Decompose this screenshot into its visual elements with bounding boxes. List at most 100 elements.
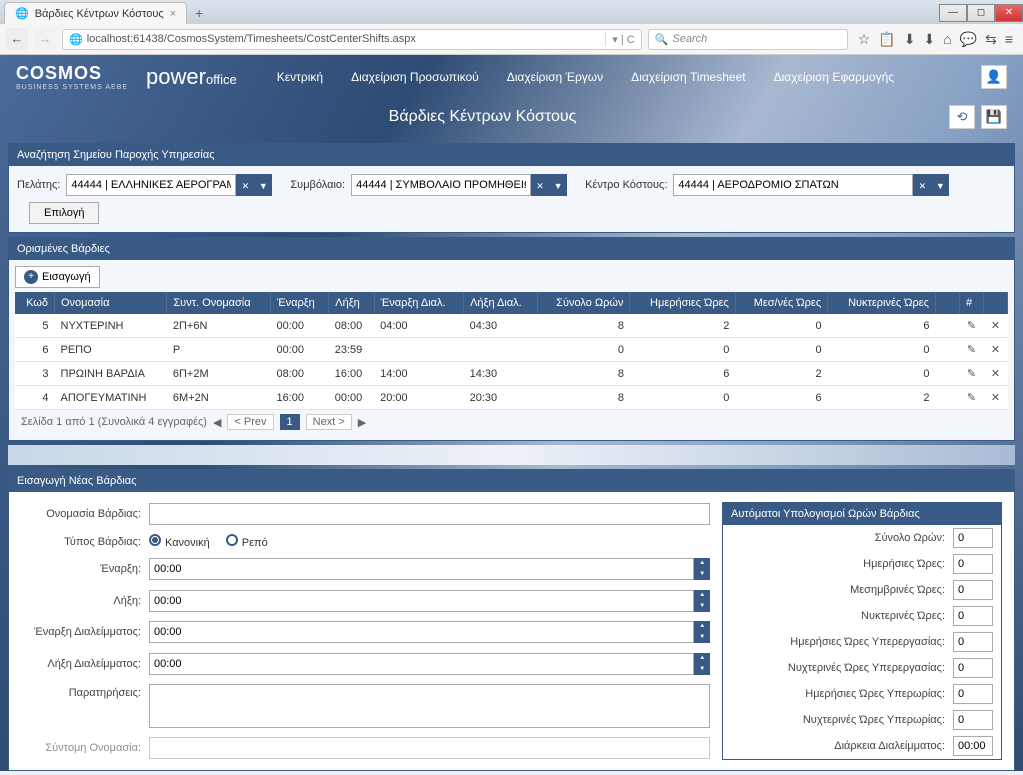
break-end-spinner[interactable]: ▲▼ [694, 653, 710, 675]
table-row[interactable]: 3ΠΡΩΙΝΗ ΒΑΡΔΙΑ6Π+2Μ08:0016:0014:0014:308… [15, 362, 1008, 386]
row-delete-icon[interactable]: ✕ [984, 314, 1008, 338]
browser-search-field[interactable]: 🔍 Search [648, 29, 848, 50]
bookmark-icon[interactable]: ☆ [858, 31, 871, 48]
download-icon[interactable]: ⬇ [923, 31, 935, 48]
row-edit-icon[interactable]: ✎ [960, 362, 984, 386]
calc-value-2[interactable] [953, 580, 993, 600]
grid-cell: 6 [15, 338, 55, 362]
row-blank [936, 314, 960, 338]
calc-value-4[interactable] [953, 632, 993, 652]
nav-back-button[interactable]: ← [6, 28, 28, 50]
nav-forward-button[interactable]: → [34, 28, 56, 50]
short-name-input[interactable] [149, 737, 710, 759]
shift-name-input[interactable] [149, 503, 710, 525]
costcenter-dropdown-icon[interactable]: ▼ [931, 174, 949, 196]
menu-projects[interactable]: Διαχείριση Έργων [507, 70, 603, 84]
radio-dayoff[interactable]: Ρεπό [226, 534, 268, 549]
menu-timesheet[interactable]: Διαχείριση Timesheet [631, 70, 745, 84]
tab-close-icon[interactable]: × [170, 8, 176, 20]
customer-dropdown-icon[interactable]: ▼ [254, 174, 272, 196]
grid-col-11[interactable] [936, 292, 960, 314]
calc-value-0[interactable] [953, 528, 993, 548]
grid-col-10[interactable]: Νυκτερινές Ώρες [828, 292, 936, 314]
insert-button[interactable]: + Εισαγωγή [15, 266, 100, 288]
customer-clear-icon[interactable]: ✕ [236, 174, 254, 196]
calc-value-5[interactable] [953, 658, 993, 678]
select-button[interactable]: Επιλογή [29, 202, 99, 224]
new-tab-button[interactable]: + [187, 3, 211, 23]
window-minimize-button[interactable]: — [939, 4, 967, 22]
grid-col-6[interactable]: Λήξη Διαλ. [464, 292, 538, 314]
grid-cell: ΑΠΟΓΕΥΜΑΤΙΝΗ [55, 386, 167, 410]
window-maximize-button[interactable]: ◻ [967, 4, 995, 22]
stop-reload-group[interactable]: ▾ | C [605, 33, 634, 46]
end-time-input[interactable] [149, 590, 694, 612]
menu-home[interactable]: Κεντρική [277, 70, 323, 84]
grid-col-7[interactable]: Σύνολο Ωρών [538, 292, 630, 314]
row-edit-icon[interactable]: ✎ [960, 338, 984, 362]
customer-combo[interactable] [66, 174, 236, 196]
new-shift-header: Εισαγωγή Νέας Βάρδιας [9, 470, 1014, 492]
row-delete-icon[interactable]: ✕ [984, 338, 1008, 362]
contract-clear-icon[interactable]: ✕ [531, 174, 549, 196]
grid-pager: Σελίδα 1 από 1 (Συνολικά 4 εγγραφές) ◀ <… [15, 410, 1008, 434]
clipboard-icon[interactable]: 📋 [878, 31, 895, 48]
start-spinner[interactable]: ▲▼ [694, 558, 710, 580]
row-edit-icon[interactable]: ✎ [960, 386, 984, 410]
grid-col-0[interactable]: Κωδ [15, 292, 55, 314]
grid-cell: 16:00 [329, 362, 374, 386]
break-start-input[interactable] [149, 621, 694, 643]
table-row[interactable]: 5ΝΥΧΤΕΡΙΝΗ2Π+6Ν00:0008:0004:0004:308206✎… [15, 314, 1008, 338]
pocket-icon[interactable]: ⬇ [904, 31, 916, 48]
refresh-button[interactable]: ⟲ [949, 105, 975, 129]
browser-tab[interactable]: 🌐 Βάρδιες Κέντρων Κόστους × [4, 2, 187, 24]
save-button[interactable]: 💾 [981, 105, 1007, 129]
menu-personnel[interactable]: Διαχείριση Προσωπικού [351, 70, 479, 84]
break-end-input[interactable] [149, 653, 694, 675]
grid-col-13[interactable] [984, 292, 1008, 314]
row-delete-icon[interactable]: ✕ [984, 362, 1008, 386]
calc-value-8[interactable] [953, 736, 993, 756]
calc-value-7[interactable] [953, 710, 993, 730]
grid-col-5[interactable]: Έναρξη Διαλ. [374, 292, 463, 314]
grid-cell: 8 [538, 314, 630, 338]
user-icon[interactable]: 👤 [981, 65, 1007, 89]
grid-col-1[interactable]: Ονομασία [55, 292, 167, 314]
grid-col-8[interactable]: Ημερήσιες Ώρες [630, 292, 735, 314]
window-close-button[interactable]: ✕ [995, 4, 1023, 22]
hamburger-icon[interactable]: ≡ [1005, 31, 1013, 48]
pager-next[interactable]: Next > [306, 414, 352, 430]
grid-col-2[interactable]: Συντ. Ονομασία [167, 292, 271, 314]
row-delete-icon[interactable]: ✕ [984, 386, 1008, 410]
notes-textarea[interactable] [149, 684, 710, 728]
grid-col-3[interactable]: Έναρξη [270, 292, 328, 314]
table-row[interactable]: 4ΑΠΟΓΕΥΜΑΤΙΝΗ6Μ+2Ν16:0000:0020:0020:3080… [15, 386, 1008, 410]
costcenter-clear-icon[interactable]: ✕ [913, 174, 931, 196]
calc-value-6[interactable] [953, 684, 993, 704]
break-start-spinner[interactable]: ▲▼ [694, 621, 710, 643]
calc-value-3[interactable] [953, 606, 993, 626]
grid-col-12[interactable]: # [960, 292, 984, 314]
pager-last[interactable]: ▶ [358, 416, 366, 429]
menu-admin[interactable]: Διαχείριση Εφαρμογής [774, 70, 894, 84]
grid-col-4[interactable]: Λήξη [329, 292, 374, 314]
calc-value-1[interactable] [953, 554, 993, 574]
url-field[interactable]: 🌐 localhost:61438/CosmosSystem/Timesheet… [62, 29, 642, 50]
table-row[interactable]: 6ΡΕΠΟΡ00:0023:590000✎✕ [15, 338, 1008, 362]
pager-page-1[interactable]: 1 [280, 414, 300, 430]
home-icon[interactable]: ⌂ [943, 31, 951, 48]
pager-prev[interactable]: < Prev [227, 414, 273, 430]
grid-col-9[interactable]: Μεσ/νές Ώρες [735, 292, 827, 314]
calc-label-8: Διάρκεια Διαλείμματος: [731, 740, 953, 752]
radio-normal[interactable]: Κανονική [149, 534, 210, 549]
sync-icon[interactable]: ⇆ [985, 31, 997, 48]
start-time-input[interactable] [149, 558, 694, 580]
contract-combo[interactable] [351, 174, 531, 196]
chat-icon[interactable]: 💬 [960, 31, 977, 48]
grid-cell: 6Π+2Μ [167, 362, 271, 386]
row-edit-icon[interactable]: ✎ [960, 314, 984, 338]
contract-dropdown-icon[interactable]: ▼ [549, 174, 567, 196]
pager-first[interactable]: ◀ [213, 416, 221, 429]
costcenter-combo[interactable] [673, 174, 913, 196]
end-spinner[interactable]: ▲▼ [694, 590, 710, 612]
